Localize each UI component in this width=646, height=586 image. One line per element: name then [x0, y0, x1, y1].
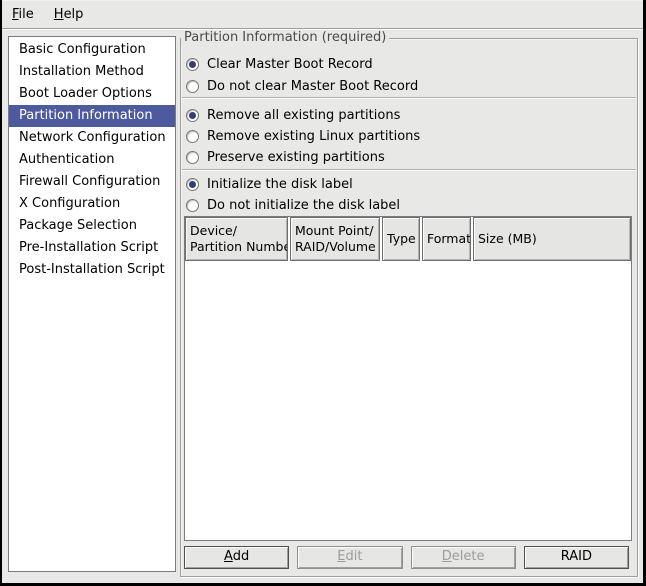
partition-list-area[interactable]	[185, 261, 631, 540]
raid-button[interactable]: RAID	[524, 546, 629, 569]
menu-file[interactable]: File	[2, 3, 44, 26]
radio-button-icon	[186, 109, 199, 122]
radio-remove-all-partitions[interactable]: Remove all existing partitions	[186, 105, 400, 126]
radio-label: Do not initialize the disk label	[207, 198, 400, 213]
sidebar-item-basic-configuration[interactable]: Basic Configuration	[9, 39, 175, 61]
add-button[interactable]: Add	[184, 546, 289, 569]
column-header-format[interactable]: Format	[422, 217, 471, 261]
partition-table-header: Device/ Partition Number Mount Point/ RA…	[185, 217, 631, 261]
column-header-mount-point-raid-volume[interactable]: Mount Point/ RAID/Volume	[290, 217, 380, 261]
column-header-line: Partition Number	[190, 239, 283, 255]
radio-do-not-initialize-disk-label[interactable]: Do not initialize the disk label	[186, 195, 400, 216]
radio-button-icon	[186, 151, 199, 164]
column-header-type[interactable]: Type	[382, 217, 420, 261]
menu-help[interactable]: Help	[44, 3, 94, 26]
radio-button-icon	[186, 58, 199, 71]
column-header-device-partition-number[interactable]: Device/ Partition Number	[185, 217, 288, 261]
sidebar-item-partition-information[interactable]: Partition Information	[9, 105, 175, 127]
column-header-line: Format	[427, 231, 466, 247]
radio-button-icon	[186, 199, 199, 212]
radio-label: Remove all existing partitions	[207, 108, 400, 123]
sidebar-item-post-installation-script[interactable]: Post-Installation Script	[9, 259, 175, 281]
column-header-line: Type	[387, 231, 415, 247]
radio-clear-mbr[interactable]: Clear Master Boot Record	[186, 54, 373, 75]
radio-initialize-disk-label[interactable]: Initialize the disk label	[186, 174, 353, 195]
edit-button[interactable]: Edit	[297, 546, 402, 569]
radio-button-icon	[186, 178, 199, 191]
table-action-buttons: Add Edit Delete RAID	[184, 546, 629, 569]
partition-table: Device/ Partition Number Mount Point/ RA…	[184, 216, 632, 541]
delete-button[interactable]: Delete	[411, 546, 516, 569]
separator	[182, 97, 636, 98]
radio-label: Remove existing Linux partitions	[207, 129, 420, 144]
radio-button-icon	[186, 130, 199, 143]
radio-label: Do not clear Master Boot Record	[207, 79, 418, 94]
kickstart-configurator-window: File Help Basic Configuration Installati…	[0, 0, 646, 586]
radio-preserve-partitions[interactable]: Preserve existing partitions	[186, 147, 385, 168]
sidebar-item-firewall-configuration[interactable]: Firewall Configuration	[9, 171, 175, 193]
sidebar-item-authentication[interactable]: Authentication	[9, 149, 175, 171]
sidebar-item-x-configuration[interactable]: X Configuration	[9, 193, 175, 215]
frame-title: Partition Information (required)	[181, 30, 389, 46]
radio-button-icon	[186, 80, 199, 93]
radio-label: Clear Master Boot Record	[207, 57, 373, 72]
menubar: File Help	[2, 1, 643, 28]
sidebar-item-network-configuration[interactable]: Network Configuration	[9, 127, 175, 149]
column-header-line: Size (MB)	[478, 231, 626, 247]
column-header-line: RAID/Volume	[295, 239, 375, 255]
separator	[182, 169, 636, 170]
column-header-line: Device/	[190, 223, 283, 239]
menubar-separator	[2, 28, 643, 29]
radio-label: Preserve existing partitions	[207, 150, 385, 165]
column-header-line: Mount Point/	[295, 223, 375, 239]
section-list: Basic Configuration Installation Method …	[8, 36, 176, 572]
radio-label: Initialize the disk label	[207, 177, 353, 192]
radio-do-not-clear-mbr[interactable]: Do not clear Master Boot Record	[186, 76, 418, 97]
radio-remove-linux-partitions[interactable]: Remove existing Linux partitions	[186, 126, 420, 147]
sidebar-item-pre-installation-script[interactable]: Pre-Installation Script	[9, 237, 175, 259]
column-header-size-mb[interactable]: Size (MB)	[473, 217, 631, 261]
sidebar-item-boot-loader-options[interactable]: Boot Loader Options	[9, 83, 175, 105]
sidebar-item-installation-method[interactable]: Installation Method	[9, 61, 175, 83]
sidebar-item-package-selection[interactable]: Package Selection	[9, 215, 175, 237]
